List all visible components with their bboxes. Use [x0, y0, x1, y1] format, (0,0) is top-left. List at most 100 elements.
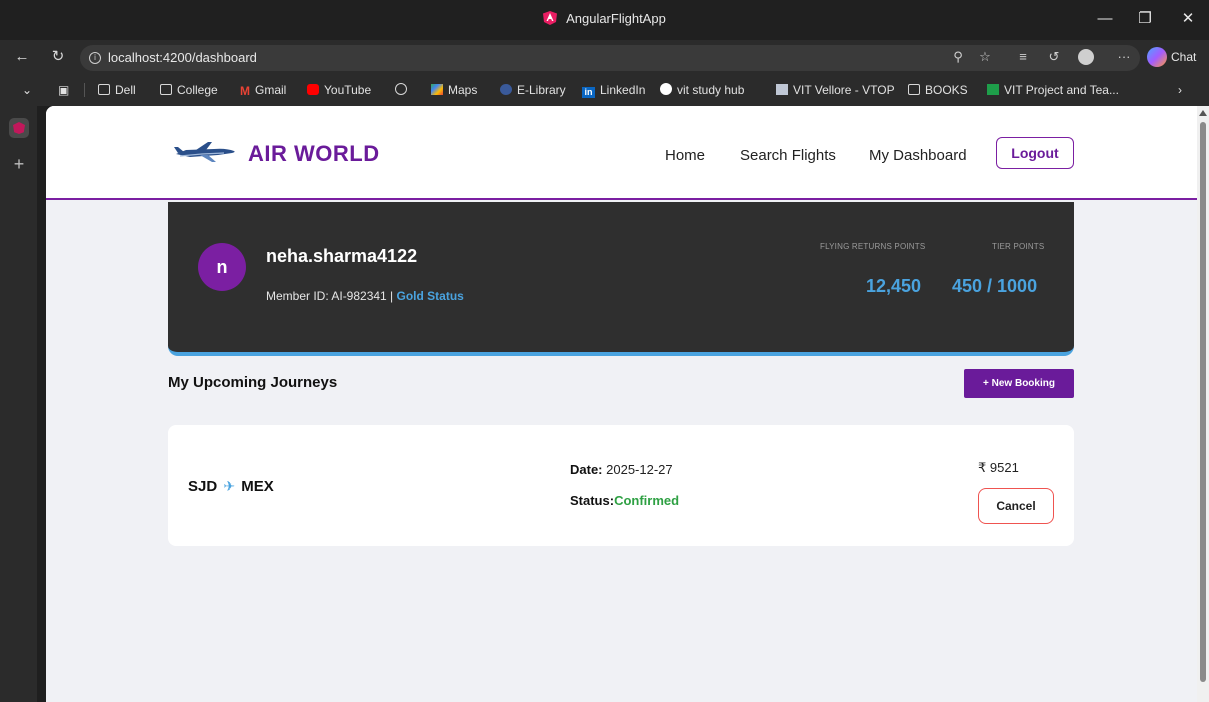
- flying-returns-points-label: FLYING RETURNS POINTS: [820, 242, 926, 251]
- status-label: Status:: [570, 493, 615, 508]
- avatar: n: [198, 243, 246, 291]
- globe-icon: [395, 83, 407, 95]
- new-booking-button[interactable]: + New Booking: [964, 369, 1074, 398]
- linkedin-icon: in: [582, 87, 595, 98]
- folder-icon: [908, 84, 920, 95]
- angular-app-icon: [543, 11, 558, 25]
- bookmark-label: VIT Project and Tea...: [1004, 83, 1119, 97]
- vertical-tabs-panel: +: [0, 106, 37, 702]
- bookmark-maps[interactable]: Maps: [431, 82, 477, 98]
- window-title-wrap: AngularFlightApp: [0, 11, 1209, 26]
- workspaces-icon[interactable]: ▣: [58, 82, 69, 98]
- member-summary-card: n neha.sharma4122 Member ID: AI-982341 |…: [168, 202, 1074, 356]
- minimize-icon[interactable]: —: [1087, 6, 1123, 32]
- bookmark-linkedin[interactable]: in LinkedIn: [582, 82, 645, 98]
- destination-code: MEX: [241, 478, 274, 495]
- profile-avatar-icon[interactable]: [1076, 47, 1096, 67]
- journey-date: Date: 2025-12-27: [570, 462, 673, 477]
- bookmark-vit-project[interactable]: VIT Project and Tea...: [987, 82, 1119, 98]
- angular-tab-icon: [13, 122, 25, 134]
- airplane-icon: ✈: [223, 478, 236, 494]
- status-value: Confirmed: [614, 493, 680, 508]
- site-header: AIR WORLD Home Search Flights My Dashboa…: [46, 106, 1197, 200]
- bookmark-books[interactable]: BOOKS: [908, 82, 968, 98]
- bookmark-dell[interactable]: Dell: [98, 82, 136, 98]
- flying-returns-points-value: 12,450: [866, 276, 922, 296]
- brand-name: AIR WORLD: [248, 141, 380, 166]
- bookmark-label: YouTube: [324, 83, 372, 97]
- date-value: 2025-12-27: [606, 462, 673, 477]
- active-tab-favicon[interactable]: [9, 118, 29, 138]
- history-icon[interactable]: ↺: [1044, 47, 1064, 67]
- bookmark-label: College: [177, 83, 218, 97]
- bookmark-college[interactable]: College: [160, 82, 218, 98]
- close-icon[interactable]: ✕: [1170, 6, 1206, 32]
- journey-route: SJD ✈ MEX: [188, 478, 274, 495]
- maps-icon: [431, 84, 443, 95]
- cancel-booking-button[interactable]: Cancel: [978, 488, 1054, 524]
- copilot-chat-button[interactable]: Chat: [1147, 46, 1205, 68]
- more-menu-icon[interactable]: ···: [1114, 47, 1134, 67]
- copilot-icon: [1147, 47, 1167, 67]
- vtop-icon: [776, 84, 788, 95]
- new-tab-plus-icon[interactable]: +: [9, 154, 29, 174]
- origin-code: SJD: [188, 478, 218, 495]
- logout-button[interactable]: Logout: [996, 137, 1074, 169]
- bookmark-label: Gmail: [255, 83, 287, 97]
- member-id-text: Member ID: AI-982341 |: [266, 289, 397, 303]
- page-scrollbar[interactable]: [1197, 106, 1209, 702]
- study-hub-icon: [660, 83, 672, 95]
- airplane-logo-icon: [174, 142, 235, 162]
- bookmark-globe[interactable]: [395, 82, 412, 98]
- library-icon: [500, 84, 512, 95]
- bookmark-label: vit study hub: [677, 83, 745, 97]
- restore-icon[interactable]: ❐: [1127, 6, 1163, 32]
- bookmark-label: Dell: [115, 83, 136, 97]
- page-viewport: AIR WORLD Home Search Flights My Dashboa…: [46, 106, 1197, 702]
- status-badge: Gold Status: [396, 289, 464, 303]
- favorites-list-icon[interactable]: ≡: [1013, 47, 1033, 67]
- bookmark-e-library[interactable]: E-Library: [500, 82, 566, 98]
- member-username: neha.sharma4122: [266, 246, 418, 266]
- url-text: localhost:4200/dashboard: [108, 50, 257, 65]
- chat-label: Chat: [1171, 50, 1197, 64]
- nav-home-link[interactable]: Home: [665, 147, 705, 164]
- address-bar: ← ↻ i localhost:4200/dashboard ⚲ ☆ ≡ ↺ ·…: [0, 40, 1209, 74]
- youtube-icon: [307, 84, 319, 95]
- upcoming-journeys-heading: My Upcoming Journeys: [168, 374, 338, 391]
- bookmark-label: Maps: [448, 83, 478, 97]
- bookmark-label: LinkedIn: [600, 83, 646, 97]
- journey-status: Status:Confirmed: [570, 493, 679, 508]
- journey-price: ₹ 9521: [978, 460, 1019, 475]
- bookmark-label: VIT Vellore - VTOP: [793, 83, 895, 97]
- scroll-up-arrow-icon[interactable]: [1199, 110, 1207, 116]
- bookmark-label: E-Library: [517, 83, 566, 97]
- nav-search-flights-link[interactable]: Search Flights: [740, 147, 836, 164]
- folder-icon: [98, 84, 110, 95]
- bookmark-label: BOOKS: [925, 83, 968, 97]
- journey-card: SJD ✈ MEX Date: 2025-12-27 Status:Confir…: [168, 425, 1074, 546]
- bookmarks-divider: [84, 83, 85, 97]
- zoom-icon[interactable]: ⚲: [948, 47, 968, 67]
- tier-points-value: 450 / 1000: [952, 276, 1038, 296]
- bookmark-gmail[interactable]: M Gmail: [240, 82, 286, 98]
- bookmarks-overflow-chevron-icon[interactable]: ›: [1178, 82, 1182, 98]
- bookmark-vit-study-hub[interactable]: vit study hub: [660, 82, 744, 98]
- favorite-star-icon[interactable]: ☆: [975, 47, 995, 67]
- back-arrow-icon[interactable]: ←: [10, 46, 34, 68]
- folder-icon: [160, 84, 172, 95]
- member-id-line: Member ID: AI-982341 | Gold Status: [266, 289, 464, 303]
- refresh-icon[interactable]: ↻: [46, 46, 70, 68]
- scrollbar-thumb[interactable]: [1200, 122, 1206, 682]
- tab-list-chevron-icon[interactable]: ⌄: [22, 82, 32, 98]
- bookmark-youtube[interactable]: YouTube: [307, 82, 371, 98]
- sheets-icon: [987, 84, 999, 95]
- window-titlebar: AngularFlightApp — ❐ ✕: [0, 0, 1209, 40]
- site-info-icon[interactable]: i: [89, 52, 101, 64]
- date-label: Date:: [570, 462, 603, 477]
- tier-points-label: TIER POINTS: [992, 242, 1045, 251]
- bookmark-vtop[interactable]: VIT Vellore - VTOP: [776, 82, 895, 98]
- gmail-icon: M: [240, 84, 250, 98]
- nav-my-dashboard-link[interactable]: My Dashboard: [869, 147, 967, 164]
- window-title: AngularFlightApp: [566, 11, 666, 26]
